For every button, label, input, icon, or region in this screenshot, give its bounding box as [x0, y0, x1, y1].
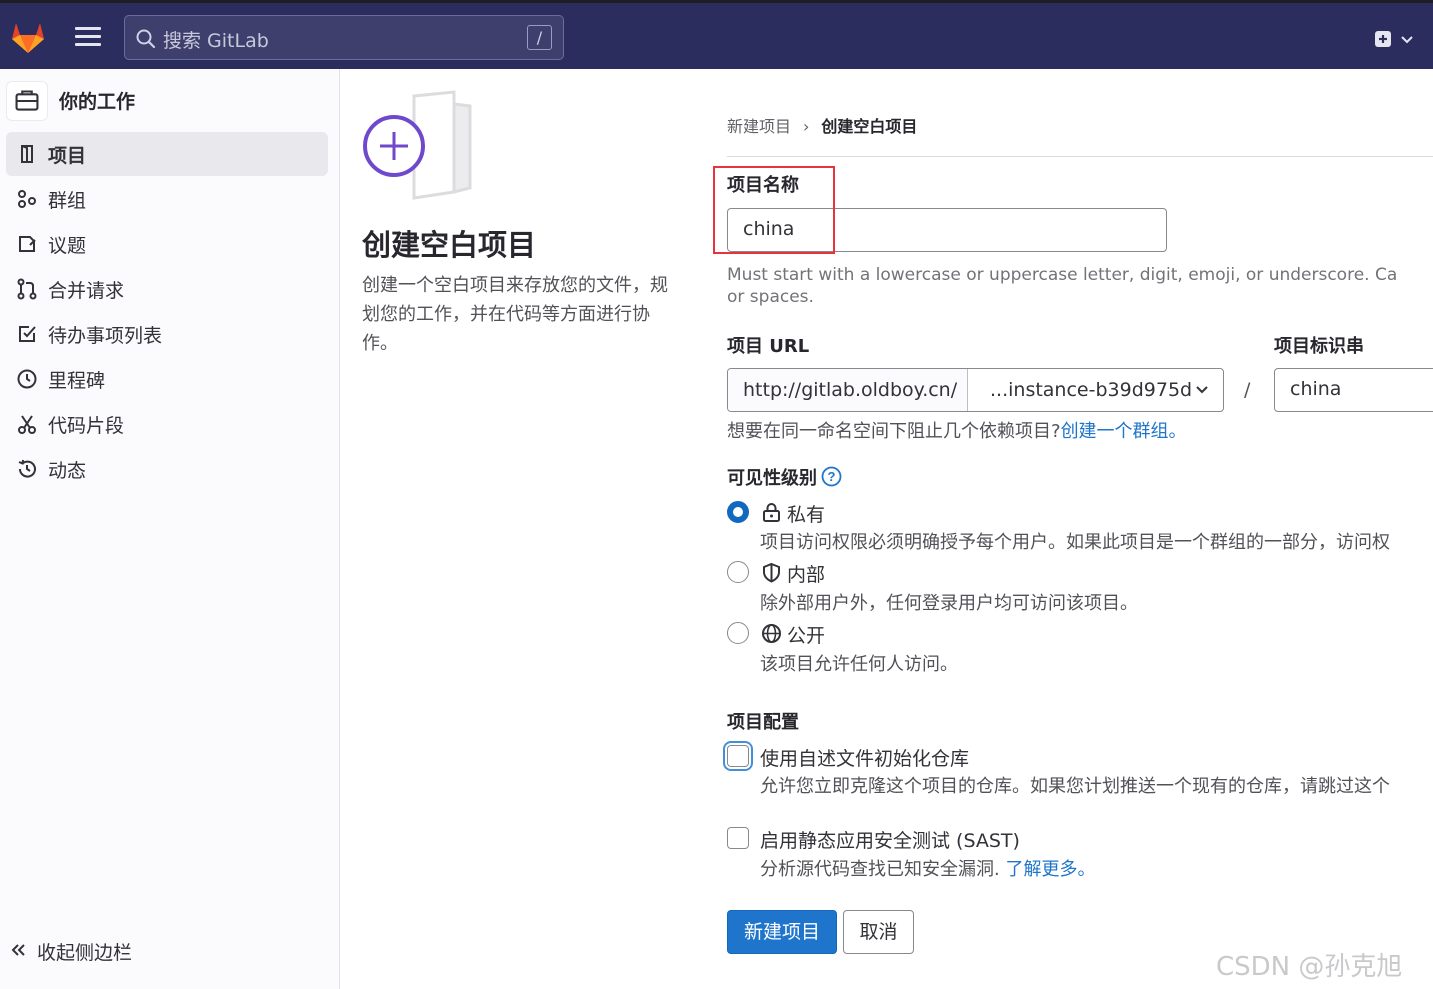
create-group-link[interactable]: 创建一个群组。 — [1061, 421, 1187, 442]
new-project-illustration-icon — [363, 90, 472, 200]
visibility-internal-radio[interactable] — [727, 561, 749, 583]
breadcrumb: 新建项目 › 创建空白项目 — [727, 113, 917, 137]
namespace-select[interactable]: ...instance-b39d975d — [968, 369, 1223, 411]
readme-desc: 允许您立即克隆这个项目的仓库。如果您计划推送一个现有的仓库，请跳过这个 — [760, 776, 1390, 797]
sidebar-item-groups[interactable]: 群组 — [6, 177, 328, 221]
divider — [727, 156, 1433, 157]
sidebar-item-label: 代码片段 — [48, 415, 125, 437]
activity-icon — [18, 459, 36, 478]
sidebar-item-todos[interactable]: 待办事项列表 — [6, 312, 328, 356]
search-input[interactable]: 搜索 GitLab / — [124, 15, 564, 60]
sast-desc-row: 分析源代码查找已知安全漏洞. 了解更多。 — [760, 855, 1095, 881]
new-item-dropdown-icon[interactable] — [1372, 27, 1418, 51]
page-title: 创建空白项目 — [362, 228, 537, 262]
top-bar: 搜索 GitLab / — [0, 0, 1433, 69]
issues-icon — [19, 236, 36, 252]
collapse-sidebar-button[interactable]: 收起侧边栏 — [10, 937, 210, 967]
sidebar-item-snippets[interactable]: 代码片段 — [6, 402, 328, 446]
visibility-label: 可见性级别? — [727, 464, 842, 490]
earth-icon — [762, 624, 781, 643]
breadcrumb-parent-link[interactable]: 新建项目 — [727, 117, 791, 136]
shield-icon — [763, 562, 780, 583]
gitlab-logo-icon[interactable] — [8, 17, 48, 57]
visibility-public-label: 公开 — [787, 625, 826, 647]
project-url-label: 项目 URL — [727, 336, 810, 357]
search-placeholder: 搜索 GitLab — [163, 30, 269, 52]
project-url-group: http://gitlab.oldboy.cn/ ...instance-b39… — [727, 368, 1224, 412]
merge-request-icon — [17, 278, 37, 300]
sidebar-item-label: 群组 — [48, 190, 87, 212]
cancel-button[interactable]: 取消 — [843, 910, 914, 954]
breadcrumb-current: 创建空白项目 — [821, 117, 918, 136]
highlight-box — [713, 166, 835, 254]
sast-checkbox[interactable] — [727, 827, 749, 849]
snippet-icon — [18, 415, 36, 434]
namespace-help: 想要在同一命名空间下阻止几个依赖项目?创建一个群组。 — [727, 421, 1187, 443]
search-shortcut-badge: / — [527, 25, 552, 50]
sidebar-item-issues[interactable]: 议题 — [6, 222, 328, 266]
visibility-public-desc: 该项目允许任何人访问。 — [760, 654, 958, 675]
sidebar-item-label: 待办事项列表 — [48, 325, 163, 347]
visibility-label-text: 可见性级别 — [727, 468, 817, 489]
lock-icon — [763, 503, 780, 522]
collapse-sidebar-label: 收起侧边栏 — [37, 942, 133, 964]
chevron-right-icon: › — [803, 117, 810, 136]
milestone-icon — [17, 369, 37, 389]
group-icon — [18, 190, 36, 208]
project-name-help-2: or spaces. — [727, 287, 814, 307]
project-slug-input[interactable]: china — [1274, 368, 1433, 412]
visibility-private-label: 私有 — [787, 504, 826, 526]
sidebar-item-label: 动态 — [48, 460, 87, 482]
create-project-button[interactable]: 新建项目 — [727, 910, 837, 954]
visibility-internal-desc: 除外部用户外，任何登录用户均可访问该项目。 — [760, 593, 1138, 614]
visibility-internal-label: 内部 — [787, 564, 826, 586]
sidebar-item-label: 里程碑 — [48, 370, 106, 392]
briefcase-icon — [6, 81, 48, 121]
project-icon — [21, 145, 33, 163]
visibility-private-radio[interactable] — [727, 501, 749, 523]
sidebar-item-label: 合并请求 — [48, 280, 125, 302]
readme-checkbox[interactable] — [727, 745, 749, 767]
chevron-down-icon — [1196, 386, 1208, 394]
namespace-value: ...instance-b39d975d — [990, 379, 1193, 401]
project-slug-label: 项目标识串 — [1274, 336, 1364, 357]
search-icon — [136, 29, 156, 49]
menu-icon[interactable] — [75, 27, 101, 47]
context-switcher[interactable]: 你的工作 — [6, 81, 326, 121]
visibility-private-desc: 项目访问权限必须明确授予每个用户。如果此项目是一个群组的一部分，访问权 — [760, 532, 1390, 553]
sidebar-item-projects[interactable]: 项目 — [6, 132, 328, 176]
sast-label: 启用静态应用安全测试 (SAST) — [760, 830, 1020, 852]
svg-text:?: ? — [828, 469, 836, 484]
project-name-help: Must start with a lowercase or uppercase… — [727, 265, 1398, 285]
readme-label: 使用自述文件初始化仓库 — [760, 748, 970, 770]
todo-icon — [19, 326, 36, 342]
sast-learn-more-link[interactable]: 了解更多。 — [1005, 859, 1095, 880]
sidebar-item-activity[interactable]: 动态 — [6, 447, 328, 491]
project-config-label: 项目配置 — [727, 712, 799, 733]
sidebar-item-merge-requests[interactable]: 合并请求 — [6, 267, 328, 311]
visibility-public-radio[interactable] — [727, 622, 749, 644]
url-separator: / — [1244, 379, 1251, 401]
sidebar: 你的工作 项目 群组 议题 合并请求 待办事项列表 里程碑 代码片段 动态 收起… — [0, 69, 340, 989]
sidebar-item-label: 项目 — [48, 145, 87, 167]
context-title: 你的工作 — [59, 91, 136, 113]
sidebar-item-milestones[interactable]: 里程碑 — [6, 357, 328, 401]
chevron-double-left-icon — [11, 944, 25, 956]
sast-desc: 分析源代码查找已知安全漏洞. — [760, 859, 1000, 880]
url-prefix: http://gitlab.oldboy.cn/ — [728, 369, 968, 411]
namespace-help-text: 想要在同一命名空间下阻止几个依赖项目? — [727, 421, 1061, 442]
watermark: CSDN @孙克旭 — [1216, 952, 1403, 982]
sidebar-item-label: 议题 — [48, 235, 87, 257]
page-description: 创建一个空白项目来存放您的文件，规划您的工作，并在代码等方面进行协作。 — [362, 275, 668, 354]
question-circle-icon[interactable]: ? — [821, 466, 842, 487]
